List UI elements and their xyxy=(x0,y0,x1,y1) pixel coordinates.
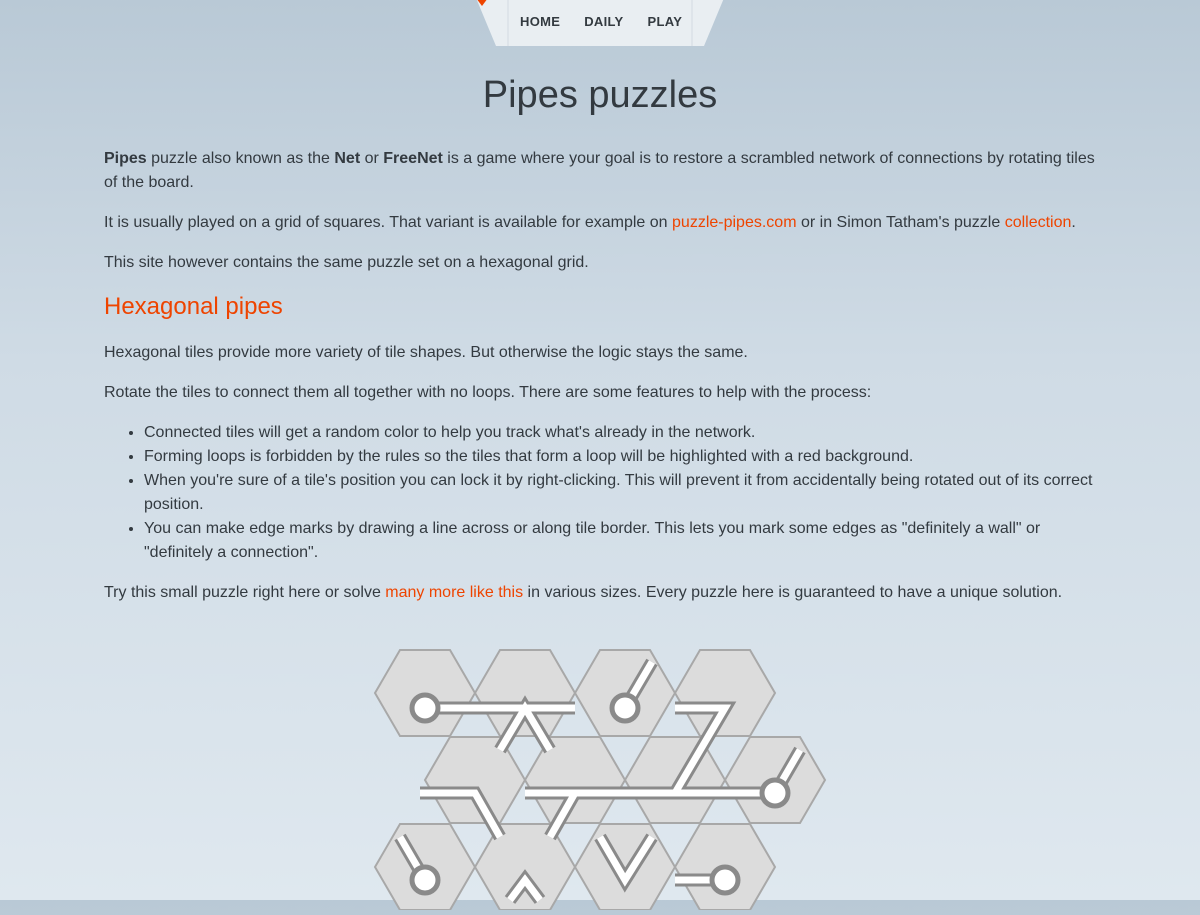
endpoint-icon xyxy=(759,777,791,809)
variant-text-2: or in Simon Tatham's puzzle xyxy=(796,214,1005,231)
logo-icon[interactable] xyxy=(476,0,488,8)
intro-text-2: or xyxy=(360,150,384,167)
page-title: Pipes puzzles xyxy=(482,74,718,116)
endpoint-icon xyxy=(409,864,441,896)
tile[interactable] xyxy=(624,736,726,824)
intro-bold-pipes: Pipes xyxy=(104,150,147,167)
endpoint-icon xyxy=(609,692,641,724)
feature-item: When you're sure of a tile's position yo… xyxy=(144,469,1104,517)
hex-note-paragraph: This site however contains the same puzz… xyxy=(104,254,589,271)
tile[interactable] xyxy=(674,649,776,737)
intro-bold-net: Net xyxy=(334,150,361,167)
feature-item: Forming loops is forbidden by the rules … xyxy=(144,445,1104,469)
main-content: Pipes puzzles Pipes puzzle also known as… xyxy=(104,70,1104,605)
tile[interactable] xyxy=(474,823,576,911)
endpoint-icon xyxy=(409,692,441,724)
feature-item: Connected tiles will get a random color … xyxy=(144,421,1104,445)
tile[interactable] xyxy=(524,736,626,824)
variant-text-1: It is usually played on a grid of square… xyxy=(104,214,673,231)
puzzle-board[interactable] xyxy=(370,640,830,915)
try-text-2: in various sizes. Every puzzle here is g… xyxy=(523,584,1063,601)
collection-link[interactable]: collection xyxy=(1005,214,1072,231)
intro-text-1: puzzle also known as the xyxy=(146,150,335,167)
nav-daily-link[interactable]: DAILY xyxy=(572,14,635,29)
nav-home-link[interactable]: HOME xyxy=(508,14,572,29)
intro-bold-freenet: FreeNet xyxy=(383,150,443,167)
variant-text-3: . xyxy=(1071,214,1076,231)
nav-play-link[interactable]: PLAY xyxy=(636,14,695,29)
puzzle-board-svg[interactable] xyxy=(370,640,830,911)
tile[interactable] xyxy=(424,736,526,824)
feature-item: You can make edge marks by drawing a lin… xyxy=(144,517,1104,565)
variant-paragraph: It is usually played on a grid of square… xyxy=(104,211,1104,235)
try-paragraph: Try this small puzzle right here or solv… xyxy=(104,581,1104,605)
intro-paragraph: Pipes puzzle also known as the Net or Fr… xyxy=(104,147,1104,195)
nav-menu: HOME DAILY PLAY xyxy=(508,14,694,29)
puzzle-pipes-link[interactable]: puzzle-pipes.com xyxy=(672,214,797,231)
tile[interactable] xyxy=(474,649,576,737)
many-more-link[interactable]: many more like this xyxy=(385,584,523,601)
endpoint-icon xyxy=(709,864,741,896)
try-text-1: Try this small puzzle right here or solv… xyxy=(104,584,386,601)
hex-paragraph-1: Hexagonal tiles provide more variety of … xyxy=(104,344,748,361)
features-list: Connected tiles will get a random color … xyxy=(104,421,1104,565)
top-nav: HOME DAILY PLAY xyxy=(476,0,724,48)
tile[interactable] xyxy=(574,823,676,911)
hex-paragraph-2: Rotate the tiles to connect them all tog… xyxy=(104,384,872,401)
section-title: Hexagonal pipes xyxy=(104,293,283,320)
